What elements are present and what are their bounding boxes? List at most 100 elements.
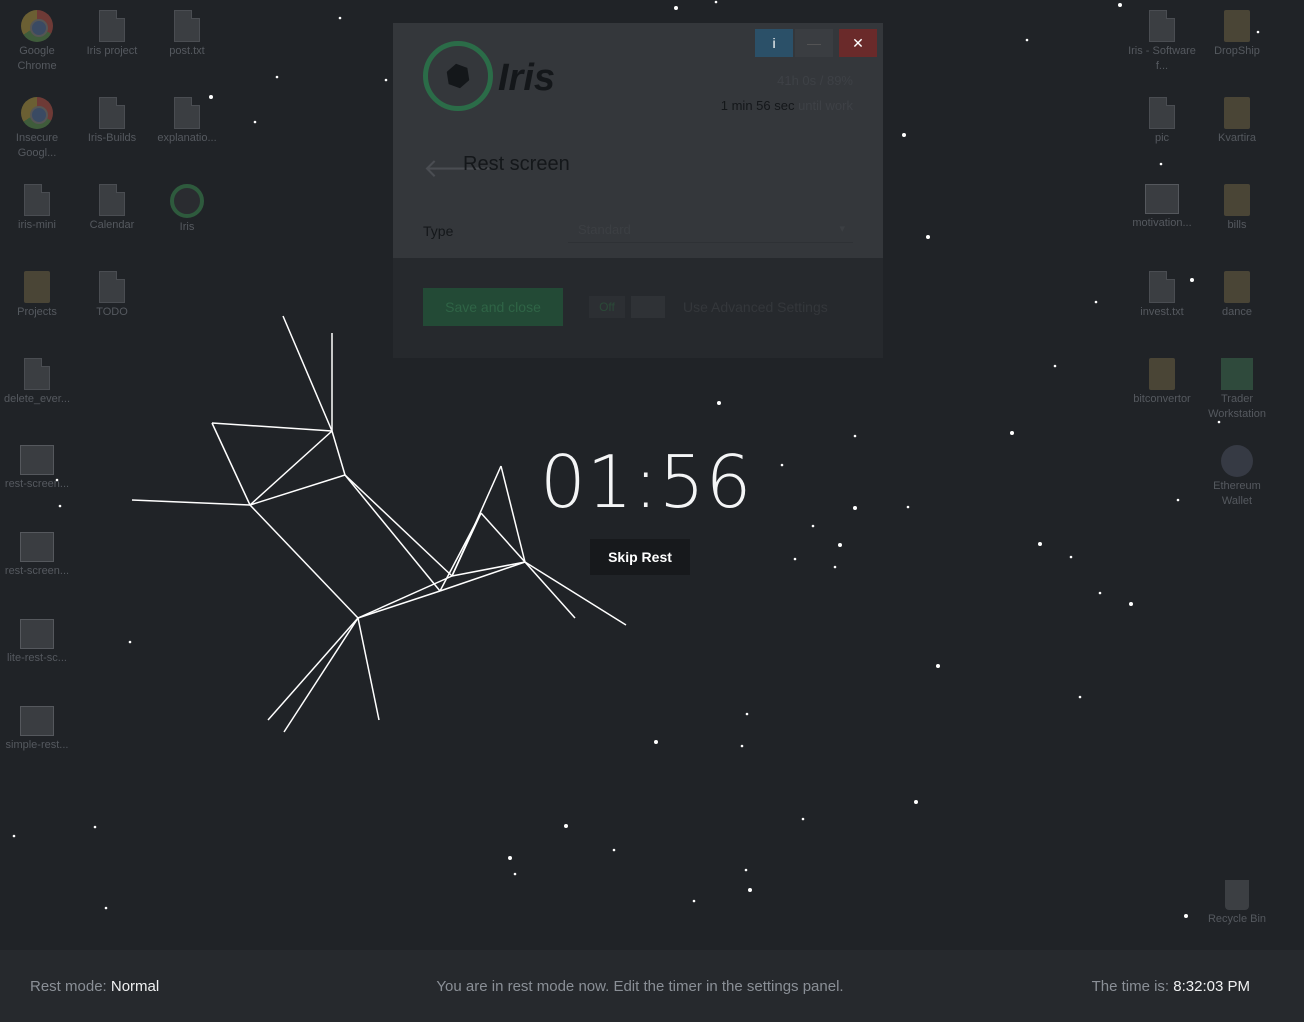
desktop-icon[interactable]: DropShip — [1202, 10, 1272, 59]
star — [926, 235, 930, 239]
star — [58, 504, 62, 508]
info-button[interactable]: i — [755, 29, 793, 57]
desktop-icon-label: invest.txt — [1140, 306, 1184, 318]
desktop-icon[interactable]: lite-rest-sc... — [2, 619, 72, 666]
star — [748, 888, 752, 892]
advanced-toggle-knob[interactable] — [631, 296, 665, 318]
desktop-icon[interactable]: post.txt — [152, 10, 222, 59]
desktop-icon[interactable]: Projects — [2, 271, 72, 320]
iris-logo-text: Iris — [498, 57, 556, 99]
desktop-icon-label: pic — [1154, 132, 1170, 144]
ethereum-icon — [1221, 445, 1253, 477]
star — [508, 856, 512, 860]
desktop-icon[interactable]: Iris - Software f... — [1127, 10, 1197, 74]
text-file-icon — [174, 10, 200, 42]
desktop-icon[interactable]: Ethereum Wallet — [1202, 445, 1272, 509]
desktop-icon[interactable]: Google Chrome — [2, 10, 72, 74]
desktop-icon-label: Trader Workstation — [1208, 393, 1266, 420]
folder-icon — [1224, 271, 1250, 303]
shortcut-icon — [1149, 97, 1175, 129]
folder-icon — [1149, 358, 1175, 390]
star — [253, 120, 257, 124]
star — [1159, 162, 1163, 166]
star — [93, 825, 97, 829]
until-work-suffix: until work — [794, 98, 853, 113]
image-file-icon — [20, 706, 54, 736]
star — [654, 740, 658, 744]
iris-logo-icon — [423, 41, 493, 111]
image-file-icon — [20, 445, 54, 475]
desktop-icon[interactable]: Recycle Bin — [1202, 880, 1272, 927]
desktop-icon[interactable]: bills — [1202, 184, 1272, 233]
star — [692, 899, 696, 903]
desktop-icon[interactable]: rest-screen... — [2, 445, 72, 492]
desktop-icon-label: Google Chrome — [17, 45, 57, 72]
desktop-icon-label: Insecure Googl... — [15, 132, 59, 159]
star — [793, 557, 797, 561]
shortcut-icon — [99, 97, 125, 129]
desktop-icon-label: DropShip — [1214, 45, 1260, 57]
shortcut-icon — [99, 271, 125, 303]
work-stat: 41h 0s / 89% — [777, 73, 853, 88]
desktop-icon[interactable]: delete_ever... — [2, 358, 72, 407]
desktop-icon-label: bitconvertor — [1133, 393, 1191, 405]
star — [902, 133, 906, 137]
star — [104, 906, 108, 910]
skip-rest-button[interactable]: Skip Rest — [590, 539, 690, 575]
desktop-icon-label: Calendar — [89, 219, 135, 231]
shortcut-icon — [99, 10, 125, 42]
desktop-icon-label: lite-rest-sc... — [7, 652, 67, 664]
desktop-icon[interactable]: pic — [1127, 97, 1197, 146]
desktop-icon[interactable]: Trader Workstation — [1202, 358, 1272, 422]
chrome-icon — [21, 10, 53, 42]
desktop-icon-label: Iris-Builds — [87, 132, 137, 144]
desktop-icon[interactable]: dance — [1202, 271, 1272, 320]
desktop-icon-label: Ethereum Wallet — [1213, 480, 1261, 507]
desktop-icon[interactable]: motivation... — [1127, 184, 1197, 231]
star — [338, 16, 342, 20]
image-file-icon — [1145, 184, 1179, 214]
chrome-icon — [21, 97, 53, 129]
advanced-toggle[interactable]: Off — [589, 296, 625, 318]
desktop-icon[interactable]: Iris-Builds — [77, 97, 147, 146]
star — [384, 78, 388, 82]
desktop-icon[interactable]: rest-screen... — [2, 532, 72, 579]
desktop-icon-label: explanatio... — [157, 132, 217, 144]
clock-value: 8:32:03 PM — [1173, 978, 1250, 995]
text-file-icon — [1149, 271, 1175, 303]
star — [1069, 555, 1073, 559]
star — [612, 848, 616, 852]
star — [801, 817, 805, 821]
desktop-icon[interactable]: Iris — [152, 184, 222, 235]
star — [128, 640, 132, 644]
desktop-icon[interactable]: invest.txt — [1127, 271, 1197, 320]
status-message: You are in rest mode now. Edit the timer… — [436, 978, 844, 995]
clock-label: The time is: — [1091, 978, 1170, 995]
save-and-close-button[interactable]: Save and close — [423, 288, 563, 326]
iris-app-icon — [170, 184, 204, 218]
desktop-icon-label: Recycle Bin — [1207, 913, 1267, 925]
star — [745, 712, 749, 716]
star — [936, 664, 940, 668]
recycle-bin-icon — [1225, 880, 1249, 910]
desktop-icon[interactable]: Insecure Googl... — [2, 97, 72, 161]
desktop-icon[interactable]: Kvartira — [1202, 97, 1272, 146]
desktop-icon[interactable]: Calendar — [77, 184, 147, 233]
desktop-icon[interactable]: simple-rest... — [2, 706, 72, 753]
iris-window-footer: Save and close Off Use Advanced Settings — [393, 258, 883, 358]
desktop-icon[interactable]: iris-mini — [2, 184, 72, 233]
star — [1176, 498, 1180, 502]
folder-icon — [1224, 97, 1250, 129]
desktop-icon-label: post.txt — [169, 45, 205, 57]
desktop-icon[interactable]: TODO — [77, 271, 147, 320]
minimize-button[interactable]: — — [795, 29, 833, 57]
desktop-icon[interactable]: bitconvertor — [1127, 358, 1197, 407]
close-button[interactable]: ✕ — [839, 29, 877, 57]
star — [853, 434, 857, 438]
folder-icon — [1224, 10, 1250, 42]
star — [906, 505, 910, 509]
desktop-icon[interactable]: Iris project — [77, 10, 147, 59]
type-select[interactable]: Standard — [568, 219, 853, 243]
desktop-icon[interactable]: explanatio... — [152, 97, 222, 146]
star — [914, 800, 918, 804]
